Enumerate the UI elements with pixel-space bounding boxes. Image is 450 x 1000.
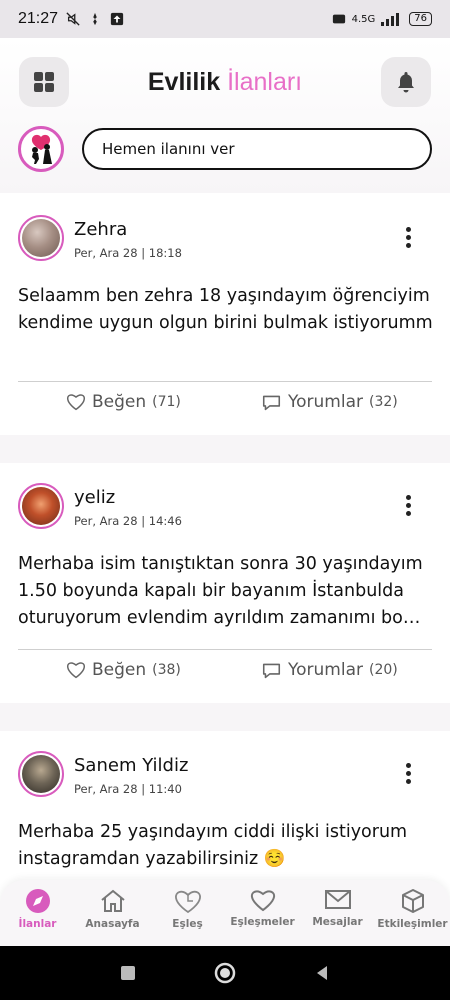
author-name[interactable]: Zehra <box>74 219 127 240</box>
heart-icon <box>250 890 275 912</box>
couple-proposal-icon <box>22 130 60 168</box>
feed-separator <box>0 703 450 731</box>
like-button[interactable]: Beğen (38) <box>66 660 181 680</box>
nav-eslesmeler[interactable]: Eşleşmeler <box>225 888 300 928</box>
volte-icon <box>332 14 345 24</box>
post-ad-input[interactable]: Hemen ilanını ver <box>82 128 432 170</box>
recents-icon[interactable] <box>118 963 138 983</box>
network-type: 4.5G <box>351 13 376 25</box>
author-name[interactable]: Sanem Yildiz <box>74 755 188 776</box>
battery-indicator: 76 <box>409 12 432 26</box>
post-date: Per, Ara 28 | 14:46 <box>74 514 182 528</box>
ad-card: Sanem Yildiz Per, Ara 28 | 11:40 Merhaba… <box>0 731 450 891</box>
page-title: Evlilik İlanları <box>147 68 303 96</box>
user-avatar[interactable] <box>18 126 64 172</box>
feed-separator <box>0 435 450 463</box>
comment-icon <box>262 395 281 410</box>
divider <box>18 649 432 650</box>
nav-esles[interactable]: Eşleş <box>150 888 225 930</box>
signal-icon <box>381 13 400 26</box>
post-text: Merhaba isim tanıştıktan sonra 30 yaşınd… <box>18 554 423 628</box>
comments-button[interactable]: Yorumlar (20) <box>261 660 398 680</box>
avatar[interactable] <box>18 483 64 529</box>
home-circle-icon[interactable] <box>213 961 237 985</box>
system-nav-bar <box>0 946 450 1000</box>
more-options-icon[interactable] <box>406 495 412 517</box>
nav-mesajlar[interactable]: Mesajlar <box>300 888 375 928</box>
bottom-nav: İlanlar Anasayfa Eşleş Eşleşmeler Mesajl… <box>0 880 450 946</box>
divider <box>18 381 432 382</box>
comment-icon <box>262 663 281 678</box>
back-icon[interactable] <box>312 963 332 983</box>
post-text: Merhaba 25 yaşındayım ciddi ilişki istiy… <box>18 822 408 869</box>
box-icon <box>401 889 424 913</box>
like-button[interactable]: Beğen (71) <box>66 392 181 412</box>
upload-icon <box>110 12 124 26</box>
status-bar: 21:27 4.5G 76 <box>0 0 450 38</box>
nav-ilanlar[interactable]: İlanlar <box>0 888 75 930</box>
ad-card: Zehra Per, Ara 28 | 18:18 Selaamm ben ze… <box>0 195 450 435</box>
mute-icon <box>66 12 80 26</box>
compass-icon <box>25 889 50 913</box>
status-time: 21:27 <box>18 10 59 27</box>
post-date: Per, Ara 28 | 18:18 <box>74 246 182 260</box>
nav-anasayfa[interactable]: Anasayfa <box>75 888 150 930</box>
post-date: Per, Ara 28 | 11:40 <box>74 782 182 796</box>
post-text: Selaamm ben zehra 18 yaşındayım öğrenciy… <box>18 286 433 333</box>
heart-outline-icon <box>66 662 86 679</box>
avatar[interactable] <box>18 751 64 797</box>
more-options-icon[interactable] <box>406 763 412 785</box>
heart-outline-icon <box>66 394 86 411</box>
envelope-icon <box>324 890 351 909</box>
home-icon <box>100 889 125 912</box>
ad-card: yeliz Per, Ara 28 | 14:46 Merhaba isim t… <box>0 463 450 703</box>
comments-button[interactable]: Yorumlar (32) <box>261 392 398 412</box>
heart-puzzle-icon <box>174 890 201 914</box>
more-options-icon[interactable] <box>406 227 412 249</box>
author-name[interactable]: yeliz <box>74 487 115 508</box>
notification-icon <box>93 12 97 26</box>
avatar[interactable] <box>18 215 64 261</box>
nav-etkilesimler[interactable]: Etkileşimler <box>375 888 450 930</box>
